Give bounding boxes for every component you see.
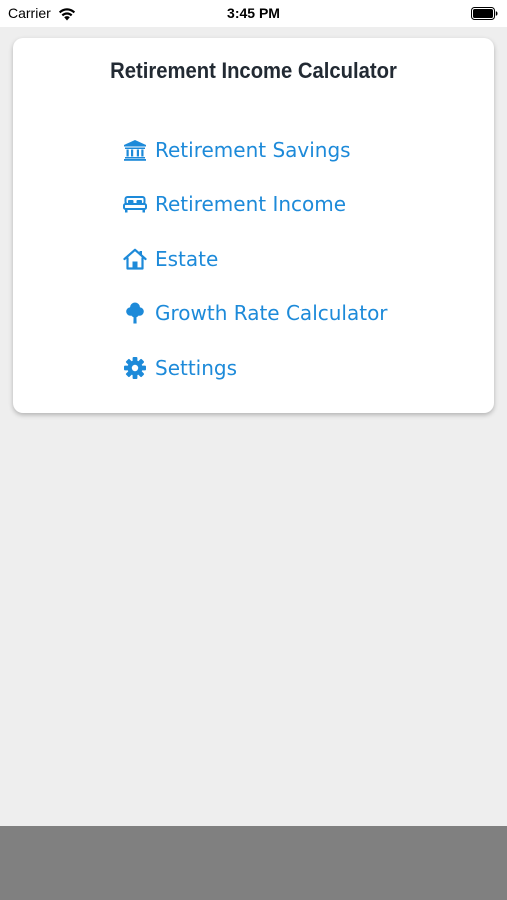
menu-item-estate[interactable]: Estate [122,246,218,272]
gear-icon [122,356,148,380]
menu-item-label: Growth Rate Calculator [155,301,388,325]
house-icon [122,247,148,271]
status-bar: Carrier 3:45 PM [0,0,507,27]
bank-icon [122,138,148,162]
tree-icon [122,301,148,325]
page-title: Retirement Income Calculator [110,58,397,83]
menu-item-label: Estate [155,247,219,271]
menu-item-retirement-income[interactable]: Retirement Income [122,191,346,217]
status-time: 3:45 PM [227,5,280,21]
menu-item-retirement-savings[interactable]: Retirement Savings [122,137,351,163]
bottom-bar [0,826,507,900]
menu-item-settings[interactable]: Settings [122,355,237,381]
menu-item-label: Settings [155,356,238,380]
menu-item-label: Retirement Savings [155,138,351,162]
menu-item-growth-rate-calculator[interactable]: Growth Rate Calculator [122,300,388,326]
bed-icon [122,192,148,216]
menu-card [13,38,494,413]
battery-icon [471,7,498,20]
menu-item-label: Retirement Income [155,192,347,216]
